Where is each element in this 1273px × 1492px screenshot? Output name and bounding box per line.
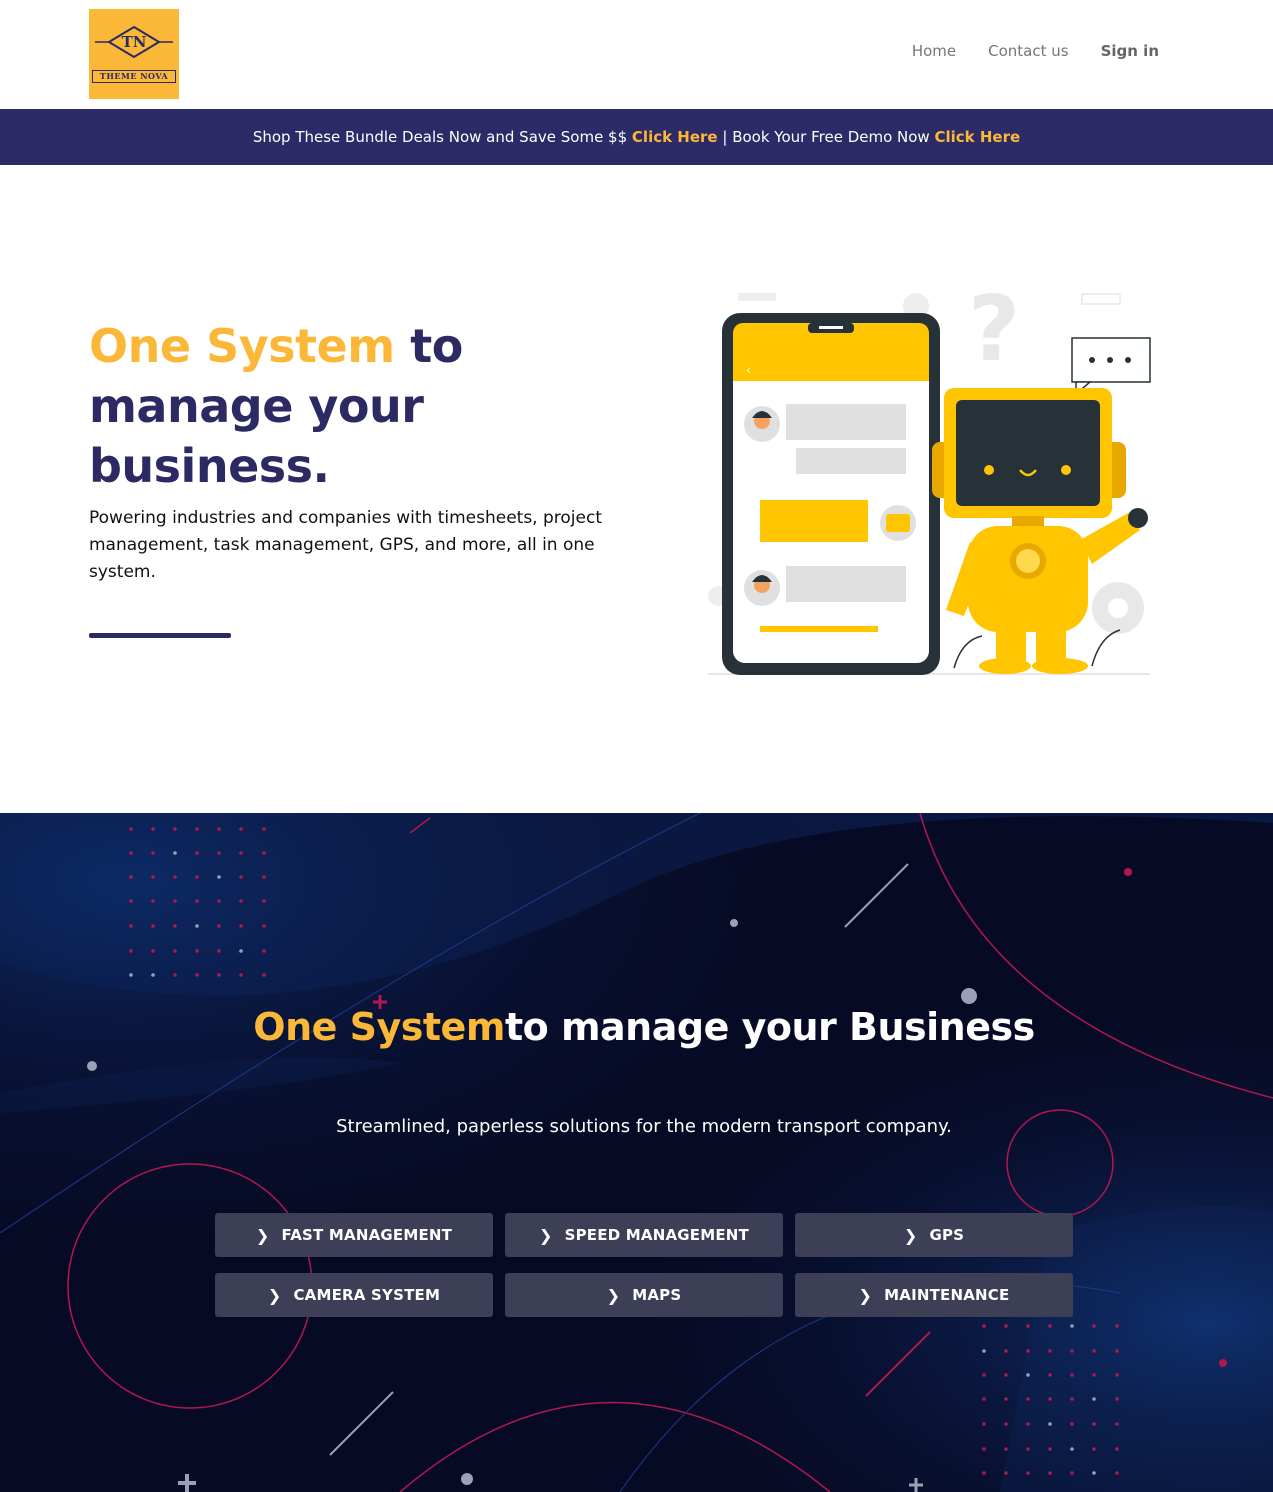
fast-management-label: FAST MANAGEMENT	[281, 1226, 453, 1244]
gps-button[interactable]: ❯ GPS	[795, 1213, 1073, 1257]
features-section: One Systemto manage your Business Stream…	[0, 813, 1273, 1492]
hero-title-accent: One System	[89, 319, 395, 373]
main-nav: Home Contact us Sign in	[912, 42, 1159, 60]
logo-wordmark: THEME NOVA	[92, 70, 176, 83]
maps-label: MAPS	[632, 1286, 682, 1304]
maps-button[interactable]: ❯ MAPS	[505, 1273, 783, 1317]
maintenance-button[interactable]: ❯ MAINTENANCE	[795, 1273, 1073, 1317]
hero-subtitle: Powering industries and companies with t…	[89, 508, 602, 582]
maintenance-label: MAINTENANCE	[884, 1286, 1010, 1304]
feature-button-grid: ❯ FAST MANAGEMENT ❯ SPEED MANAGEMENT ❯ G…	[215, 1213, 1073, 1317]
features-title-rest: to manage your Business	[504, 1005, 1035, 1049]
speed-management-button[interactable]: ❯ SPEED MANAGEMENT	[505, 1213, 783, 1257]
svg-text:‹: ‹	[746, 363, 751, 377]
chevron-right-icon: ❯	[267, 1285, 282, 1305]
logo-diamond-icon	[95, 25, 173, 59]
promo-banner: Shop These Bundle Deals Now and Save Som…	[0, 109, 1273, 165]
chevron-right-icon: ❯	[903, 1225, 918, 1245]
svg-text:?: ?	[968, 280, 1020, 382]
chevron-right-icon: ❯	[858, 1285, 873, 1305]
features-title: One Systemto manage your Business	[0, 1005, 1273, 1049]
features-subtitle: Streamlined, paperless solutions for the…	[336, 1116, 952, 1137]
theme-nova-logo[interactable]: TN THEME NOVA	[89, 9, 179, 99]
fast-management-button[interactable]: ❯ FAST MANAGEMENT	[215, 1213, 493, 1257]
hero-divider	[89, 633, 231, 638]
nav-signin-link[interactable]: Sign in	[1101, 42, 1159, 60]
promo-text-demo: | Book Your Free Demo Now	[717, 128, 935, 146]
logo-monogram: TN	[121, 33, 147, 51]
promo-text-bundle: Shop These Bundle Deals Now and Save Som…	[252, 128, 632, 146]
chatbot-illustration: ? ‹	[708, 280, 1151, 675]
hero-title: One System to manage your business.	[89, 316, 649, 496]
gps-label: GPS	[929, 1226, 965, 1244]
nav-contact-link[interactable]: Contact us	[988, 42, 1068, 60]
chevron-right-icon: ❯	[255, 1225, 270, 1245]
speed-management-label: SPEED MANAGEMENT	[564, 1226, 749, 1244]
promo-bundle-link[interactable]: Click Here	[632, 128, 718, 146]
decorative-background	[0, 813, 1273, 1492]
camera-system-label: CAMERA SYSTEM	[293, 1286, 441, 1304]
nav-home-link[interactable]: Home	[912, 42, 956, 60]
camera-system-button[interactable]: ❯ CAMERA SYSTEM	[215, 1273, 493, 1317]
site-header: TN THEME NOVA Home Contact us Sign in	[0, 0, 1273, 109]
promo-demo-link[interactable]: Click Here	[934, 128, 1020, 146]
chevron-right-icon: ❯	[539, 1225, 553, 1245]
chevron-right-icon: ❯	[606, 1285, 621, 1305]
features-title-accent: One System	[253, 1005, 505, 1049]
